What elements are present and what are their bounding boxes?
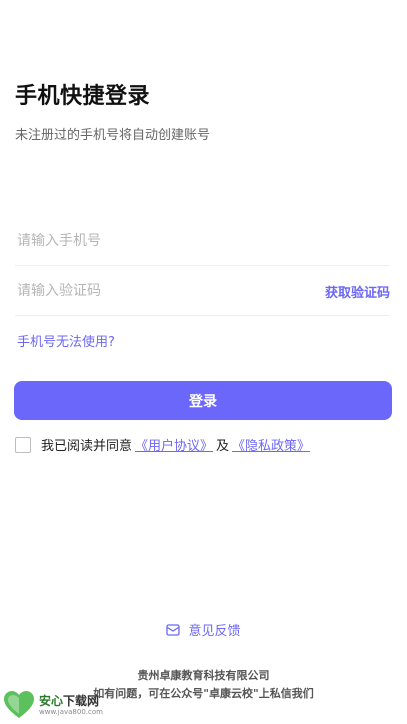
agreement-and: 及: [216, 439, 230, 454]
login-button[interactable]: 登录: [14, 381, 392, 420]
code-field-row: 获取验证码: [15, 267, 390, 316]
phone-input[interactable]: [15, 226, 390, 256]
code-input[interactable]: [15, 276, 325, 306]
company-name: 贵州卓康教育科技有限公司: [137, 669, 270, 682]
phone-unusable-link[interactable]: 手机号无法使用?: [17, 331, 115, 350]
watermark-text: 安心下载网 www.java800.com: [39, 695, 103, 716]
feedback-icon: [166, 623, 181, 636]
watermark-name: 安心下载网: [39, 693, 100, 708]
watermark-logo-icon: [2, 690, 36, 720]
page-title: 手机快捷登录: [15, 84, 151, 109]
page-subtitle: 未注册过的手机号将自动创建账号: [15, 128, 211, 143]
feedback-label: 意见反馈: [188, 624, 241, 639]
feedback-button[interactable]: 意见反馈: [0, 620, 407, 639]
agreement-prefix: 我已阅读并同意: [41, 439, 133, 454]
watermark: 安心下载网 www.java800.com: [2, 690, 103, 720]
agreement-checkbox[interactable]: [15, 436, 31, 453]
get-code-button[interactable]: 获取验证码: [325, 282, 390, 301]
user-agreement-link[interactable]: 《用户协议》: [135, 435, 213, 454]
watermark-url: www.java800.com: [39, 707, 103, 716]
privacy-policy-link[interactable]: 《隐私政策》: [232, 435, 310, 454]
phone-field-row: [15, 217, 390, 266]
agreement-row: 我已阅读并同意 《用户协议》 及 《隐私政策》: [15, 435, 313, 454]
